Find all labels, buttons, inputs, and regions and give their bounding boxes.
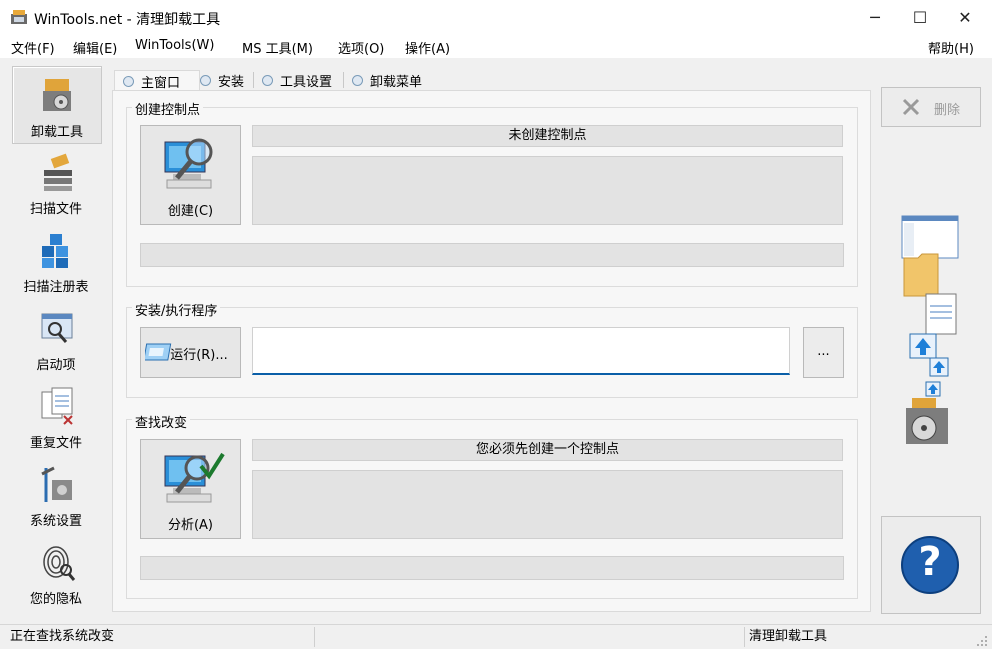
sidebar-item-label: 启动项 xyxy=(36,358,76,373)
scan-files-icon xyxy=(44,153,72,191)
menu-edit[interactable]: 编辑(E) xyxy=(73,38,117,57)
sidebar: 卸载工具 扫描文件 扫描注册表 启动项 重复文件 系统设置 您的隐私 xyxy=(10,64,102,612)
program-path-input[interactable] xyxy=(252,327,790,375)
tab-separator xyxy=(253,72,254,88)
status-separator xyxy=(744,627,745,647)
minimize-icon: ─ xyxy=(870,7,880,27)
sidebar-item-label: 系统设置 xyxy=(29,514,82,529)
checkpoint-info-box xyxy=(252,156,843,225)
sidebar-item-label: 扫描文件 xyxy=(29,202,82,217)
close-button[interactable]: ✕ xyxy=(942,0,988,34)
checkpoint-group-label: 创建控制点 xyxy=(132,99,204,118)
uninstall-icon xyxy=(43,79,71,111)
tab-uninstall-menu[interactable]: 卸载菜单 xyxy=(352,70,422,90)
radio-icon xyxy=(262,74,273,86)
sidebar-item-label: 卸载工具 xyxy=(30,125,83,140)
sidebar-item-startup[interactable]: 启动项 xyxy=(12,300,100,376)
app-icon xyxy=(11,10,27,24)
privacy-icon xyxy=(43,546,76,581)
changes-info-box xyxy=(252,470,843,539)
tab-main[interactable]: 主窗口 xyxy=(114,70,200,92)
install-flow-illustration-icon xyxy=(901,215,959,444)
tab-tool-settings[interactable]: 工具设置 xyxy=(262,70,332,90)
sidebar-item-privacy[interactable]: 您的隐私 xyxy=(12,534,100,610)
status-text-left: 正在查找系统改变 xyxy=(10,629,115,644)
resize-grip-icon[interactable] xyxy=(976,635,988,647)
changes-progress-bar xyxy=(140,556,844,580)
analyze-button-label: 分析(A) xyxy=(167,518,214,533)
status-separator xyxy=(314,627,315,647)
sidebar-item-system-settings[interactable]: 系统设置 xyxy=(12,456,100,532)
tab-separator xyxy=(343,72,344,88)
monitor-check-icon xyxy=(164,452,225,503)
radio-icon xyxy=(123,76,134,87)
sidebar-item-label: 重复文件 xyxy=(29,436,82,451)
tab-install[interactable]: 安装 xyxy=(200,70,244,90)
radio-icon xyxy=(200,74,211,86)
monitor-magnifier-icon xyxy=(164,138,213,189)
maximize-button[interactable]: ☐ xyxy=(897,0,943,34)
menu-file[interactable]: 文件(F) xyxy=(11,38,55,57)
close-icon: ✕ xyxy=(958,7,972,27)
sidebar-item-uninstall[interactable]: 卸载工具 xyxy=(12,66,102,144)
delete-button-label: 删除 xyxy=(934,103,961,118)
sidebar-item-scan-files[interactable]: 扫描文件 xyxy=(12,144,100,220)
menu-wintools[interactable]: WinTools(W) xyxy=(135,38,214,53)
sidebar-item-label: 扫描注册表 xyxy=(23,280,89,295)
delete-x-icon xyxy=(902,98,920,116)
analyze-button[interactable]: 分析(A) xyxy=(140,439,241,539)
install-group-label: 安装/执行程序 xyxy=(132,300,221,319)
window-title: WinTools.net - 清理卸载工具 xyxy=(34,12,221,28)
title-bar: WinTools.net - 清理卸载工具 ─ ☐ ✕ xyxy=(0,0,992,34)
checkpoint-progress-bar xyxy=(140,243,844,267)
menu-ms-tools[interactable]: MS 工具(M) xyxy=(242,38,313,57)
maximize-icon: ☐ xyxy=(912,7,928,27)
menu-options[interactable]: 选项(O) xyxy=(338,38,384,57)
minimize-button[interactable]: ─ xyxy=(852,0,898,34)
delete-button[interactable]: 删除 xyxy=(881,87,981,127)
status-bar: 正在查找系统改变 清理卸载工具 xyxy=(0,624,992,649)
scan-registry-icon xyxy=(42,234,68,268)
create-checkpoint-button[interactable]: 创建(C) xyxy=(140,125,241,225)
run-button[interactable]: 运行(R)... xyxy=(140,327,241,378)
system-settings-icon xyxy=(41,466,72,502)
menu-actions[interactable]: 操作(A) xyxy=(405,38,450,57)
help-glyph: ? xyxy=(918,539,942,585)
menu-bar: 文件(F) 编辑(E) WinTools(W) MS 工具(M) 选项(O) 操… xyxy=(0,34,992,58)
help-button[interactable]: ? xyxy=(881,516,981,614)
create-button-label: 创建(C) xyxy=(167,204,214,219)
startup-icon xyxy=(41,313,73,343)
run-button-label: 运行(R)... xyxy=(170,348,228,363)
checkpoint-status: 未创建控制点 xyxy=(252,125,843,147)
duplicate-files-icon xyxy=(41,387,73,425)
sidebar-item-duplicate-files[interactable]: 重复文件 xyxy=(12,378,100,454)
browse-button[interactable]: ... xyxy=(803,327,844,378)
changes-group-label: 查找改变 xyxy=(132,412,191,431)
sidebar-item-scan-registry[interactable]: 扫描注册表 xyxy=(12,222,100,298)
changes-status: 您必须先创建一个控制点 xyxy=(252,439,843,461)
sidebar-item-label: 您的隐私 xyxy=(29,592,82,607)
status-text-right: 清理卸载工具 xyxy=(749,629,828,644)
radio-icon xyxy=(352,74,363,86)
menu-help[interactable]: 帮助(H) xyxy=(928,38,974,57)
